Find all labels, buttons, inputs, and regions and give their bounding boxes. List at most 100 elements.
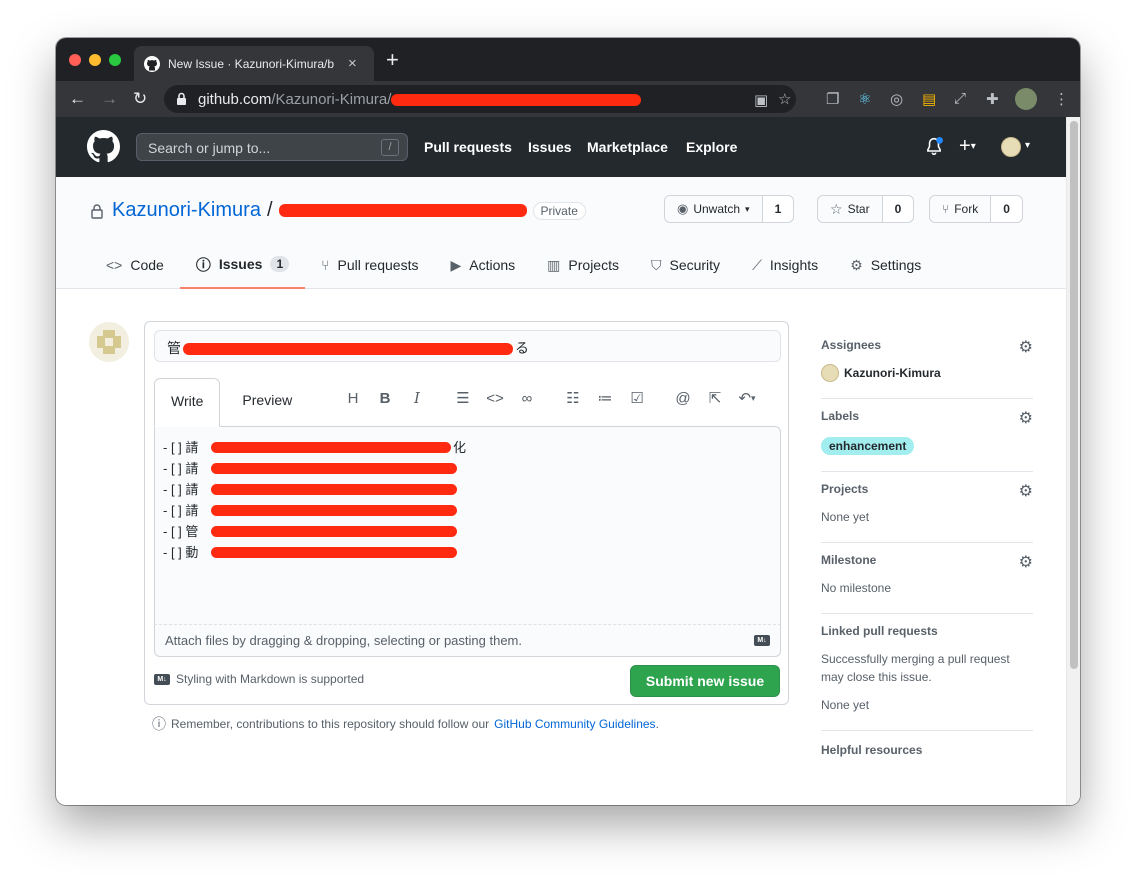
- body-line: - [ ] 請: [163, 458, 772, 479]
- react-devtools-icon[interactable]: ⚛: [858, 90, 871, 108]
- notifications-bell-icon[interactable]: [925, 137, 943, 161]
- extension-color-icon[interactable]: ▤: [922, 90, 936, 108]
- repo-header: Kazunori-Kimura / Private ◉ Unwatch ▾ 1 …: [56, 177, 1066, 289]
- watch-count[interactable]: 1: [762, 195, 795, 223]
- star-count[interactable]: 0: [882, 195, 915, 223]
- github-logo-icon[interactable]: [87, 130, 120, 163]
- tab-strip: New Issue · Kazunori-Kimura/b × +: [56, 38, 1080, 81]
- community-guidelines-link[interactable]: GitHub Community Guidelines: [494, 717, 655, 731]
- extensions-puzzle-icon[interactable]: ✚: [986, 90, 999, 108]
- page-scrollbar[interactable]: [1066, 117, 1080, 805]
- extension-copy-icon[interactable]: ❐: [826, 90, 839, 108]
- assignees-heading[interactable]: Assignees: [821, 338, 1033, 356]
- cross-reference-icon[interactable]: ⇱: [699, 384, 731, 412]
- browser-tab[interactable]: New Issue · Kazunori-Kimura/b ×: [134, 46, 374, 81]
- scrollbar-thumb[interactable]: [1070, 121, 1078, 669]
- labels-heading[interactable]: Labels: [821, 409, 1033, 427]
- tab-pull-requests[interactable]: ⑂ Pull requests: [305, 241, 434, 289]
- close-window-button[interactable]: [69, 54, 81, 66]
- heading-icon[interactable]: H: [337, 384, 369, 412]
- unordered-list-icon[interactable]: ☷: [557, 384, 589, 412]
- watch-button-group: ◉ Unwatch ▾ 1: [664, 195, 795, 223]
- forward-arrow-icon[interactable]: →: [101, 89, 118, 109]
- mention-icon[interactable]: @: [667, 384, 699, 412]
- projects-section: Projects ⚙ None yet: [821, 472, 1033, 543]
- attach-files-bar[interactable]: Attach files by dragging & dropping, sel…: [154, 625, 781, 657]
- milestone-gear-icon[interactable]: ⚙: [1019, 552, 1033, 572]
- redacted-repo-name[interactable]: [278, 204, 527, 217]
- assignees-section: Assignees ⚙ Kazunori-Kimura: [821, 328, 1033, 399]
- bold-icon[interactable]: B: [369, 384, 401, 412]
- maximize-window-button[interactable]: [109, 54, 121, 66]
- fork-button[interactable]: ⑂ Fork: [929, 195, 992, 223]
- extension-resize-icon[interactable]: ⤢: [954, 90, 966, 107]
- nav-explore[interactable]: Explore: [686, 139, 737, 155]
- tab-insights[interactable]: ⟋ Insights: [736, 241, 834, 289]
- back-arrow-icon[interactable]: ←: [69, 89, 86, 109]
- reply-icon[interactable]: ↶ ▾: [731, 384, 763, 412]
- milestone-heading[interactable]: Milestone: [821, 553, 1033, 571]
- projects-heading[interactable]: Projects: [821, 482, 1033, 500]
- tab-write[interactable]: Write: [154, 378, 221, 427]
- star-button[interactable]: ☆ Star: [817, 195, 883, 223]
- linked-prs-section: Linked pull requests Successfully mergin…: [821, 614, 1033, 731]
- link-icon[interactable]: ∞: [511, 384, 543, 412]
- helpful-resources-heading: Helpful resources: [821, 743, 923, 757]
- tab-security[interactable]: ⛉ Security: [635, 241, 736, 289]
- profile-avatar[interactable]: [1015, 88, 1037, 110]
- italic-icon[interactable]: I: [401, 384, 433, 412]
- new-issue-form: 管る Write Preview H B I ☰ <> ∞ ☷ ≔ ☑ @ ⇱ …: [144, 321, 789, 705]
- assignee-item[interactable]: Kazunori-Kimura: [821, 364, 1033, 382]
- new-tab-icon[interactable]: +: [386, 49, 399, 71]
- submit-new-issue-button[interactable]: Submit new issue: [630, 665, 780, 697]
- redacted-url: [391, 94, 642, 107]
- fork-count[interactable]: 0: [991, 195, 1023, 223]
- extension-target-icon[interactable]: ◎: [890, 90, 903, 108]
- private-lock-icon: [91, 203, 103, 219]
- tab-projects[interactable]: ▥ Projects: [531, 241, 635, 289]
- projects-gear-icon[interactable]: ⚙: [1019, 481, 1033, 501]
- tab-preview[interactable]: Preview: [226, 378, 308, 427]
- unwatch-button[interactable]: ◉ Unwatch ▾: [664, 195, 763, 223]
- tab-issues[interactable]: ⓘ Issues 1: [179, 241, 306, 289]
- translate-icon[interactable]: ▣: [754, 91, 768, 109]
- issue-title-input[interactable]: 管る: [154, 330, 781, 362]
- code-icon[interactable]: <>: [479, 384, 511, 412]
- tab-actions[interactable]: ▶ Actions: [434, 241, 531, 289]
- private-badge: Private: [532, 201, 586, 220]
- labels-gear-icon[interactable]: ⚙: [1019, 408, 1033, 428]
- nav-marketplace[interactable]: Marketplace: [587, 139, 668, 155]
- bookmark-star-icon[interactable]: ☆: [778, 90, 791, 108]
- minimize-window-button[interactable]: [89, 54, 101, 66]
- address-bar[interactable]: github.com/Kazunori-Kimura/ ▣ ☆: [164, 85, 796, 113]
- caret-down-icon: ▾: [745, 203, 750, 214]
- user-avatar[interactable]: [1001, 137, 1021, 157]
- issue-body-textarea[interactable]: - [ ] 請化 - [ ] 請 - [ ] 請 - [ ] 請 - [ ] 管…: [154, 426, 781, 625]
- body-line: - [ ] 管: [163, 521, 772, 542]
- body-line: - [ ] 動: [163, 542, 772, 563]
- create-new-plus-icon[interactable]: +▾: [959, 135, 976, 158]
- task-list-icon[interactable]: ☑: [621, 384, 653, 412]
- issues-counter: 1: [270, 256, 290, 272]
- enhancement-label[interactable]: enhancement: [821, 437, 915, 455]
- quote-icon[interactable]: ☰: [447, 384, 479, 412]
- chrome-menu-icon[interactable]: ⋮: [1054, 90, 1069, 108]
- tab-settings[interactable]: ⚙ Settings: [834, 241, 937, 289]
- search-input[interactable]: Search or jump to... /: [136, 133, 408, 161]
- assignees-gear-icon[interactable]: ⚙: [1019, 337, 1033, 357]
- tab-close-icon[interactable]: ×: [348, 55, 357, 72]
- nav-issues[interactable]: Issues: [528, 139, 572, 155]
- lock-icon: [177, 92, 186, 105]
- nav-pull-requests[interactable]: Pull requests: [424, 139, 512, 155]
- repo-separator: /: [266, 199, 273, 221]
- browser-toolbar: ← → ↻ github.com/Kazunori-Kimura/ ▣ ☆ ❐ …: [56, 81, 1080, 117]
- markdown-support-note[interactable]: M↓ Styling with Markdown is supported: [154, 672, 364, 686]
- ordered-list-icon[interactable]: ≔: [589, 384, 621, 412]
- eye-icon: ◉: [677, 201, 689, 216]
- repo-owner-link[interactable]: Kazunori-Kimura: [112, 199, 261, 222]
- user-menu-caret-icon[interactable]: ▾: [1025, 140, 1030, 151]
- tab-code[interactable]: <> Code: [90, 241, 180, 289]
- reload-icon[interactable]: ↻: [133, 89, 147, 109]
- labels-section: Labels ⚙ enhancement: [821, 399, 1033, 472]
- markdown-icon: M↓: [754, 635, 770, 646]
